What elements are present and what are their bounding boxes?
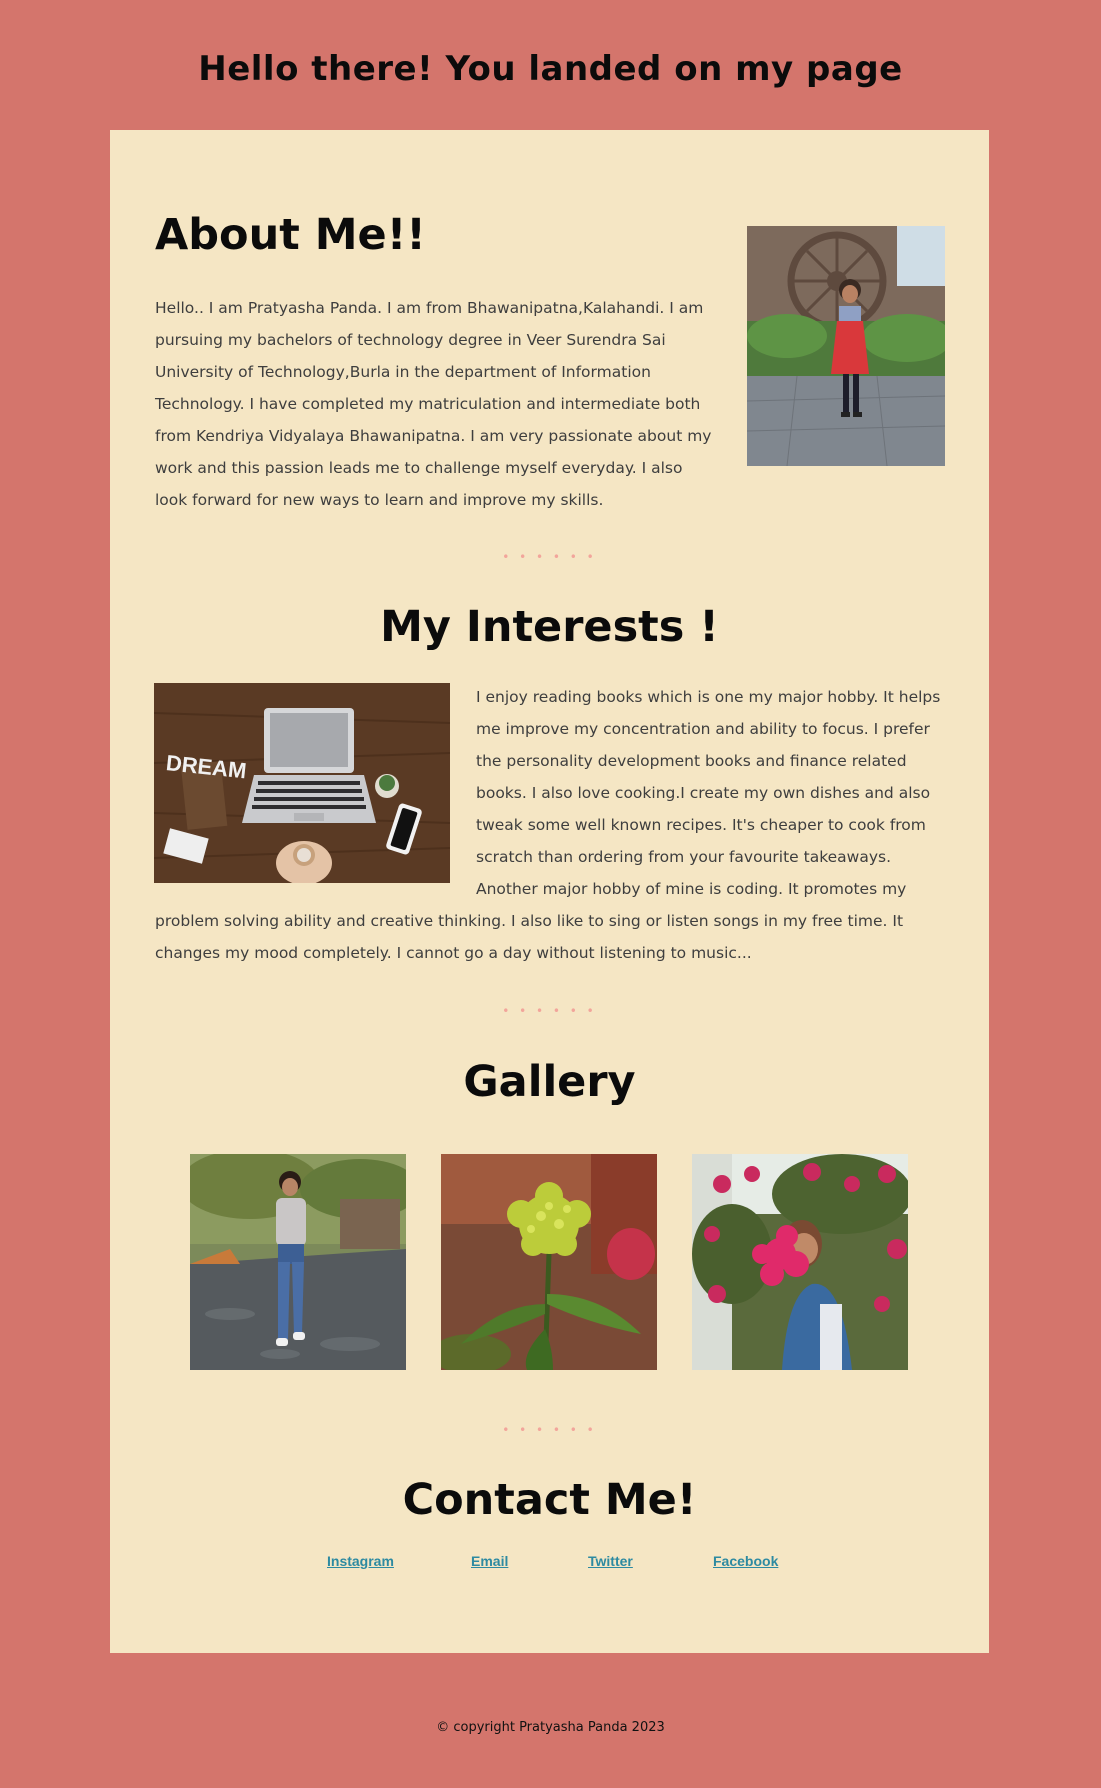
section-divider: • • • • • • [502, 550, 597, 564]
gallery-title: Gallery [463, 1057, 636, 1107]
footer-copyright: © copyright Pratyasha Panda 2023 [436, 1720, 665, 1735]
interests-text-block: I enjoy reading books which is one my ma… [155, 681, 945, 969]
twitter-link[interactable]: Twitter [588, 1553, 633, 1569]
email-link[interactable]: Email [471, 1553, 508, 1569]
instagram-link[interactable]: Instagram [327, 1553, 394, 1569]
gallery-photo-1 [190, 1154, 406, 1370]
content-card: About Me!! Hello.. I am Pratyasha Panda.… [110, 130, 989, 1653]
page-title: Hello there! You landed on my page [198, 48, 903, 89]
about-text: Hello.. I am Pratyasha Panda. I am from … [155, 299, 712, 509]
about-title: About Me!! [155, 210, 426, 260]
contact-links: Instagram Email Twitter Facebook [110, 1553, 989, 1573]
profile-photo [747, 226, 945, 466]
facebook-link[interactable]: Facebook [713, 1553, 778, 1569]
contact-title: Contact Me! [402, 1475, 697, 1525]
section-divider: • • • • • • [502, 1004, 597, 1018]
gallery-photo-2 [441, 1154, 657, 1370]
section-divider: • • • • • • [502, 1423, 597, 1437]
interests-title: My Interests ! [380, 602, 719, 652]
gallery-photo-3 [692, 1154, 908, 1370]
